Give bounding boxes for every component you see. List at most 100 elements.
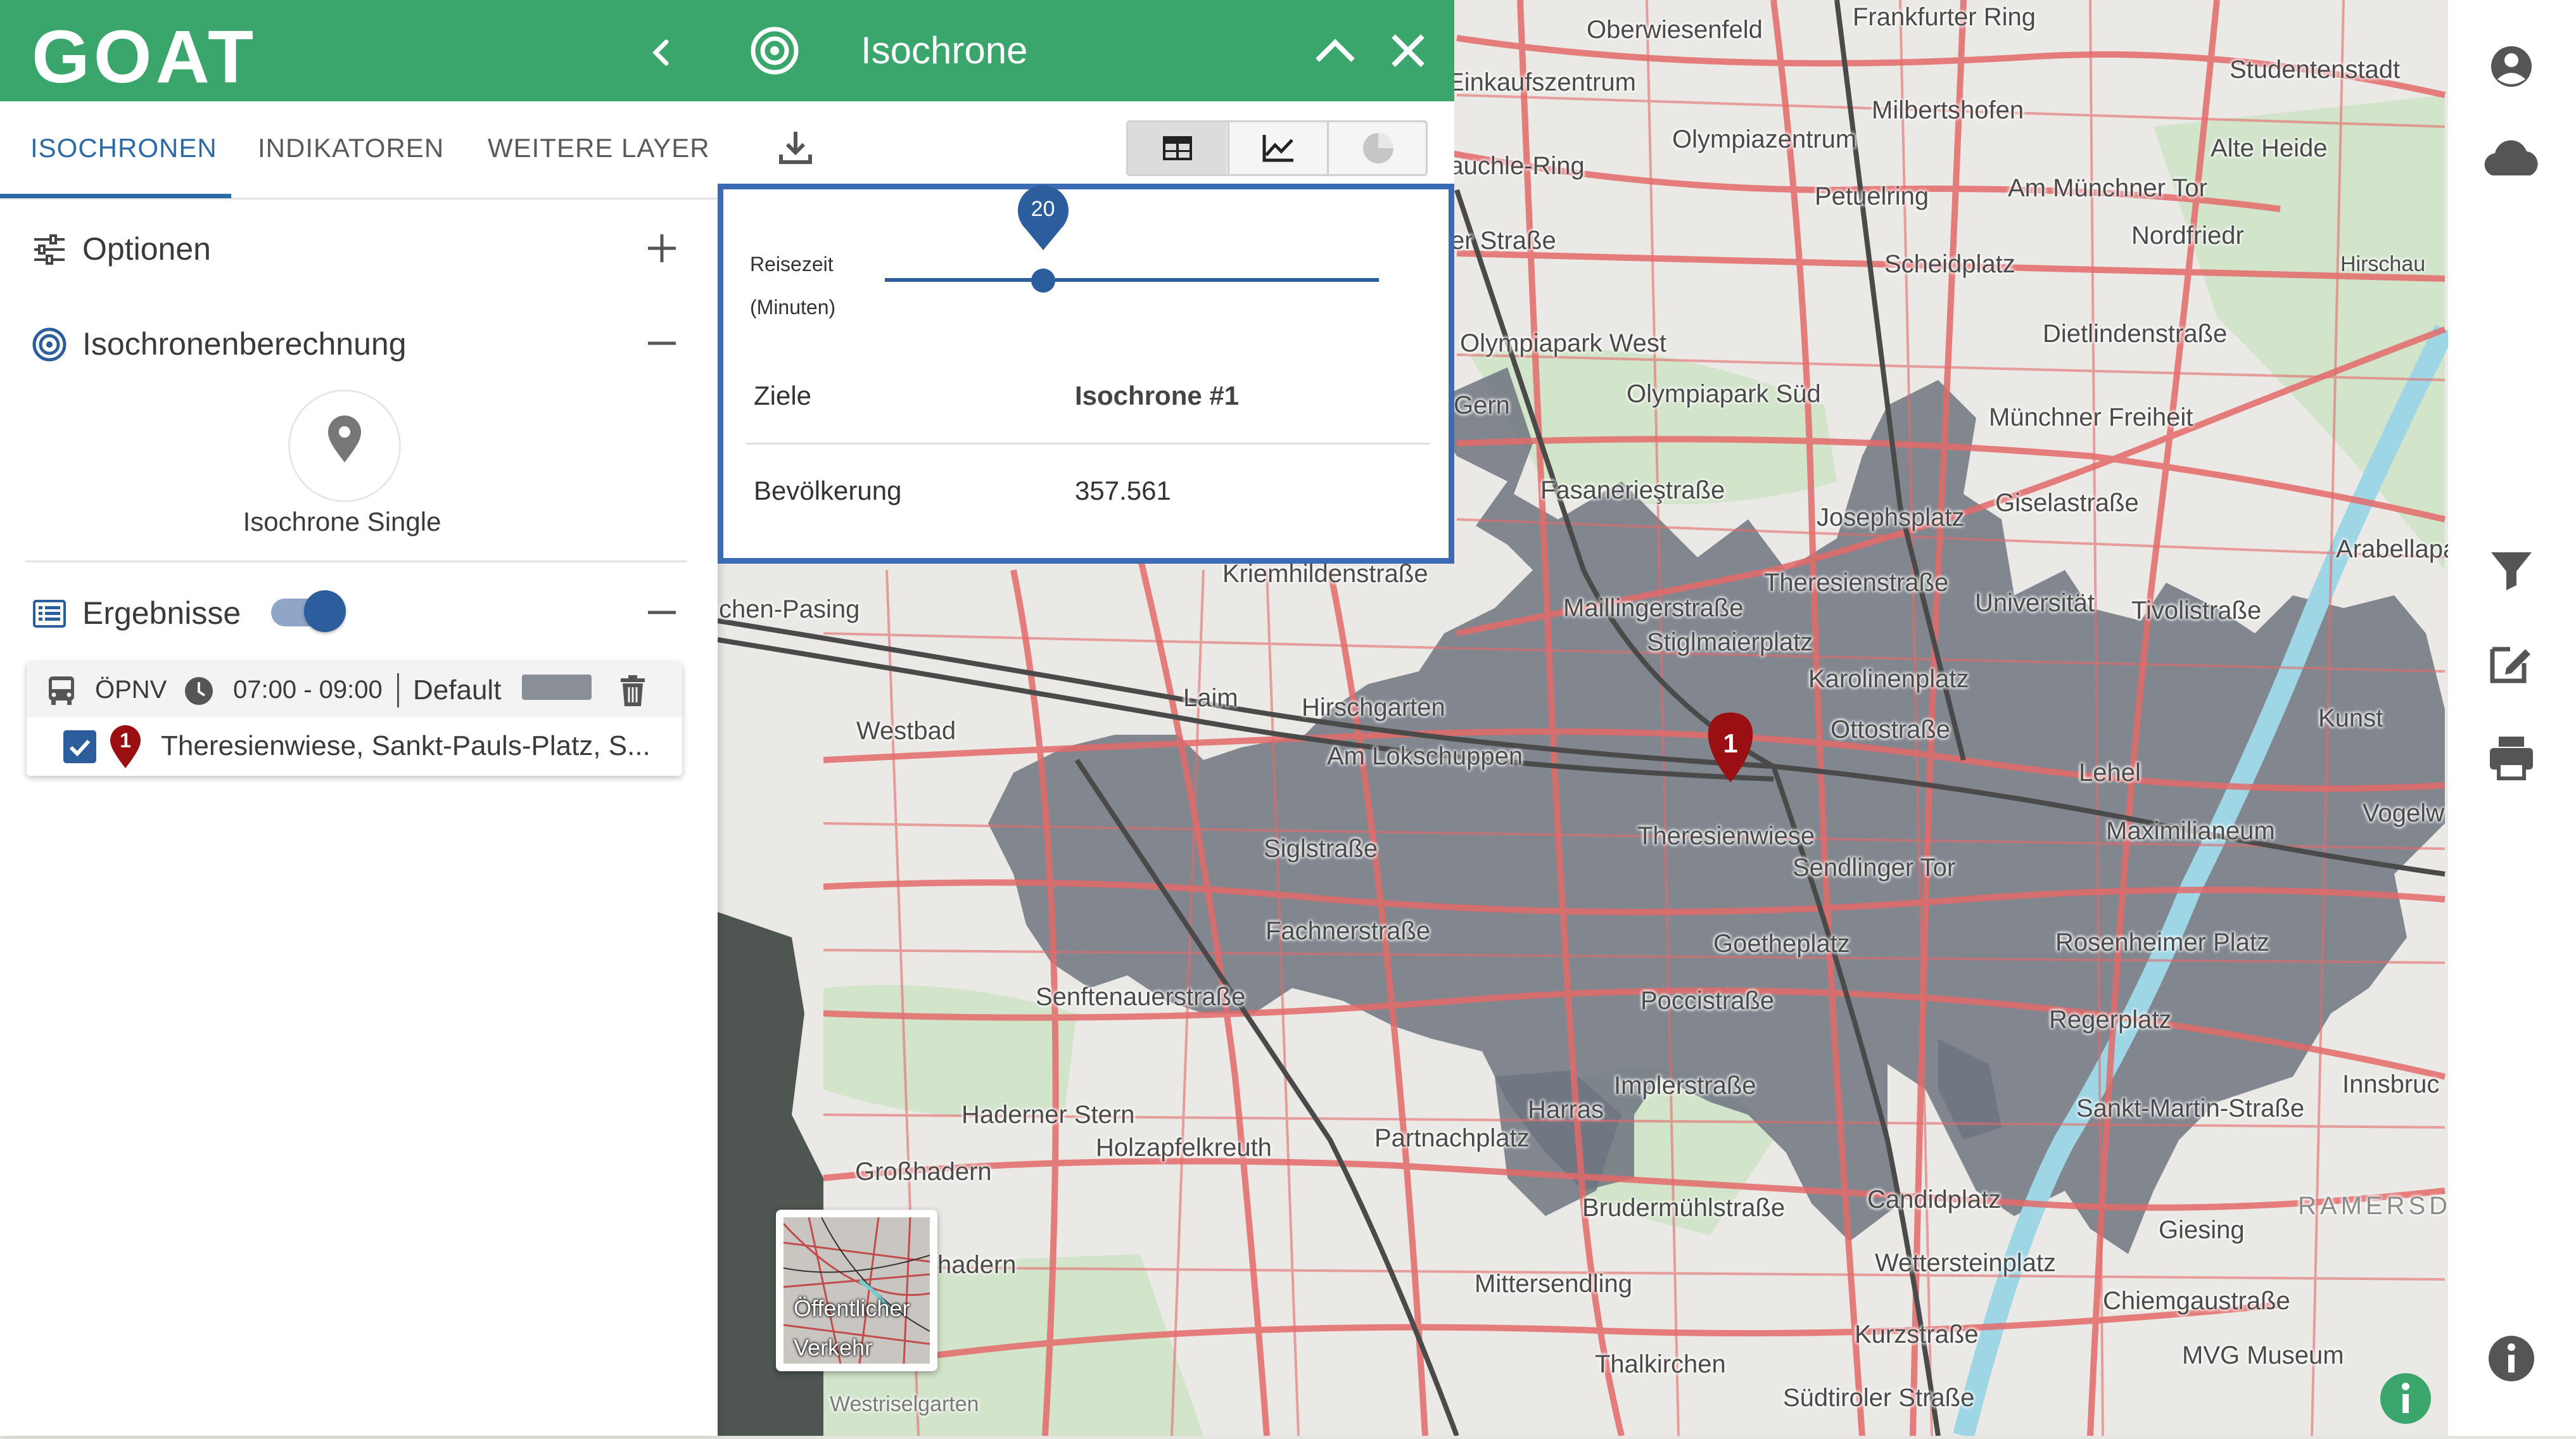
slider-label: Reisezeit <box>750 253 834 276</box>
close-icon[interactable] <box>1386 29 1430 73</box>
account-icon[interactable] <box>2473 29 2549 105</box>
map-label: Mittersendling <box>1475 1270 1633 1298</box>
map-label: Südtiroler Straße <box>1783 1384 1975 1412</box>
map-label: MVG Museum <box>2182 1341 2344 1369</box>
info-icon[interactable] <box>2473 1321 2549 1397</box>
isochrone-results-content: Reisezeit (Minuten) 20 Ziele Isochrone #… <box>718 184 1454 564</box>
result-checkbox[interactable] <box>63 730 96 763</box>
separator <box>397 673 399 707</box>
sidebar-header: GOAT <box>0 0 718 101</box>
map-label: Senftenauerstraße <box>1036 983 1246 1011</box>
travel-time-slider-track[interactable] <box>885 278 1379 282</box>
print-icon[interactable] <box>2473 719 2549 795</box>
map-label: Innsbruc <box>2342 1070 2440 1098</box>
chart-view-button[interactable] <box>1228 122 1328 174</box>
transport-mode: ÖPNV <box>95 676 167 704</box>
map-label: Thalkirchen <box>1595 1350 1726 1378</box>
map-label: Karolinenplatz <box>1808 665 1969 693</box>
map-label: Haderner Stern <box>961 1101 1135 1129</box>
map-label: Münchner Freiheit <box>1989 403 2193 431</box>
map-label: Fachnerstraße <box>1266 917 1431 945</box>
map-label: Giselastraße <box>1995 489 2139 517</box>
collapse-minus-icon[interactable] <box>643 593 681 631</box>
map-label: Josephsplatz <box>1817 504 1965 531</box>
result-card[interactable]: ÖPNV 07:00 - 09:00 Default 1 Theresienwi… <box>27 662 682 776</box>
slider-value: 20 <box>1031 197 1055 221</box>
map-label: Olympiapark Süd <box>1627 380 1821 408</box>
download-icon[interactable] <box>775 127 816 168</box>
map-label: hadern <box>937 1251 1017 1279</box>
map-label: Goetheplatz <box>1713 930 1850 958</box>
map-label: Hirschgarten <box>1302 694 1445 721</box>
map-label: Petuelring <box>1815 182 1929 210</box>
map-label: Candidplatz <box>1867 1186 2002 1214</box>
routing-profile: Default <box>413 675 502 706</box>
isochrone-panel-header: Isochrone <box>718 0 1454 101</box>
map-label: Tivolistraße <box>2131 597 2262 624</box>
left-sidebar: GOAT ISOCHRONEN INDIKATOREN WEITERE LAYE… <box>0 0 718 1436</box>
map-label: Laim <box>1183 684 1238 712</box>
sliders-icon <box>34 234 65 265</box>
tab-indikatoren[interactable]: INDIKATOREN <box>258 133 444 163</box>
expand-plus-icon[interactable] <box>643 229 681 267</box>
tab-isochronen[interactable]: ISOCHRONEN <box>30 133 217 163</box>
map-label: Brudermühlstraße <box>1582 1194 1786 1222</box>
section-isochronenberechnung[interactable]: Isochronenberechnung <box>0 310 718 374</box>
map-label: Stiglmaierplatz <box>1647 628 1813 656</box>
section-title-optionen: Optionen <box>82 231 211 267</box>
collapse-minus-icon[interactable] <box>643 324 681 362</box>
map-label: Holzapfelkreuth <box>1096 1134 1272 1162</box>
active-tab-indicator <box>0 194 231 198</box>
sidebar-tabs: ISOCHRONEN INDIKATOREN WEITERE LAYER <box>0 101 718 200</box>
map-label: Westbad <box>856 717 956 745</box>
map-label: Maximilianeum <box>2106 817 2275 845</box>
chevron-up-icon[interactable] <box>1310 29 1361 73</box>
map-marker-number: 1 <box>1723 728 1738 758</box>
section-optionen[interactable]: Optionen <box>0 215 718 279</box>
map-label: Am Münchner Tor <box>2008 174 2207 202</box>
trash-icon[interactable] <box>616 673 650 709</box>
map-label: Gern <box>1454 391 1510 419</box>
pie-view-button[interactable] <box>1327 122 1426 174</box>
map-label: Vogelw <box>2363 799 2444 827</box>
map-label: Maillingerstraße <box>1563 594 1744 622</box>
map-label: Frankfurter Ring <box>1853 3 2036 31</box>
result-card-header: ÖPNV 07:00 - 09:00 Default <box>27 662 682 718</box>
filter-icon[interactable] <box>2473 531 2549 607</box>
isochrone-panel: Isochrone Reisezeit (Minuten) 20 Ziele I… <box>718 0 1454 564</box>
isochrone-color-swatch[interactable] <box>522 675 592 700</box>
isochrone-single-label: Isochrone Single <box>243 507 441 536</box>
help-info-icon[interactable] <box>2378 1371 2433 1426</box>
map-label: Scheidplatz <box>1884 250 2015 278</box>
cloud-icon[interactable] <box>2473 124 2549 200</box>
section-ergebnisse: Ergebnisse <box>0 580 718 643</box>
edit-icon[interactable] <box>2473 624 2549 700</box>
map-label: Sendlinger Tor <box>1792 854 1956 882</box>
map-label: er Straße <box>1450 227 1556 255</box>
app-logo: GOAT <box>32 15 258 99</box>
basemap-switcher[interactable]: Öffentlicher Verkehr <box>776 1210 937 1371</box>
map-label: Fasanerieştraße <box>1540 476 1725 504</box>
map-label: Olympiapark West <box>1460 329 1667 357</box>
map-label: Siglstraße <box>1264 835 1378 863</box>
toggle-knob[interactable] <box>304 590 346 632</box>
target-icon <box>32 327 67 362</box>
table-row-value: 357.561 <box>1075 476 1171 505</box>
travel-time-slider-thumb[interactable] <box>1031 269 1055 293</box>
target-icon <box>751 27 799 75</box>
table-icon <box>1163 136 1192 160</box>
map-label: Westriselgarten <box>830 1392 979 1416</box>
clock-icon <box>185 677 213 705</box>
map-label: Alte Heide <box>2211 134 2328 162</box>
isochrone-single-button[interactable] <box>288 390 401 502</box>
table-view-button[interactable] <box>1128 122 1227 174</box>
collapse-sidebar-button[interactable] <box>640 30 684 75</box>
tab-weitere-layer[interactable]: WEITERE LAYER <box>488 133 710 163</box>
map-label: Kunst <box>2318 704 2383 732</box>
check-icon <box>69 739 91 757</box>
map-label: Nordfriedr <box>2131 222 2244 250</box>
map-label: Milbertshofen <box>1872 96 2024 124</box>
isochrone-panel-title: Isochrone <box>861 29 1028 72</box>
map-label: Großhadern <box>855 1158 992 1186</box>
result-location[interactable]: Theresienwiese, Sankt-Pauls-Platz, S... <box>161 730 650 762</box>
